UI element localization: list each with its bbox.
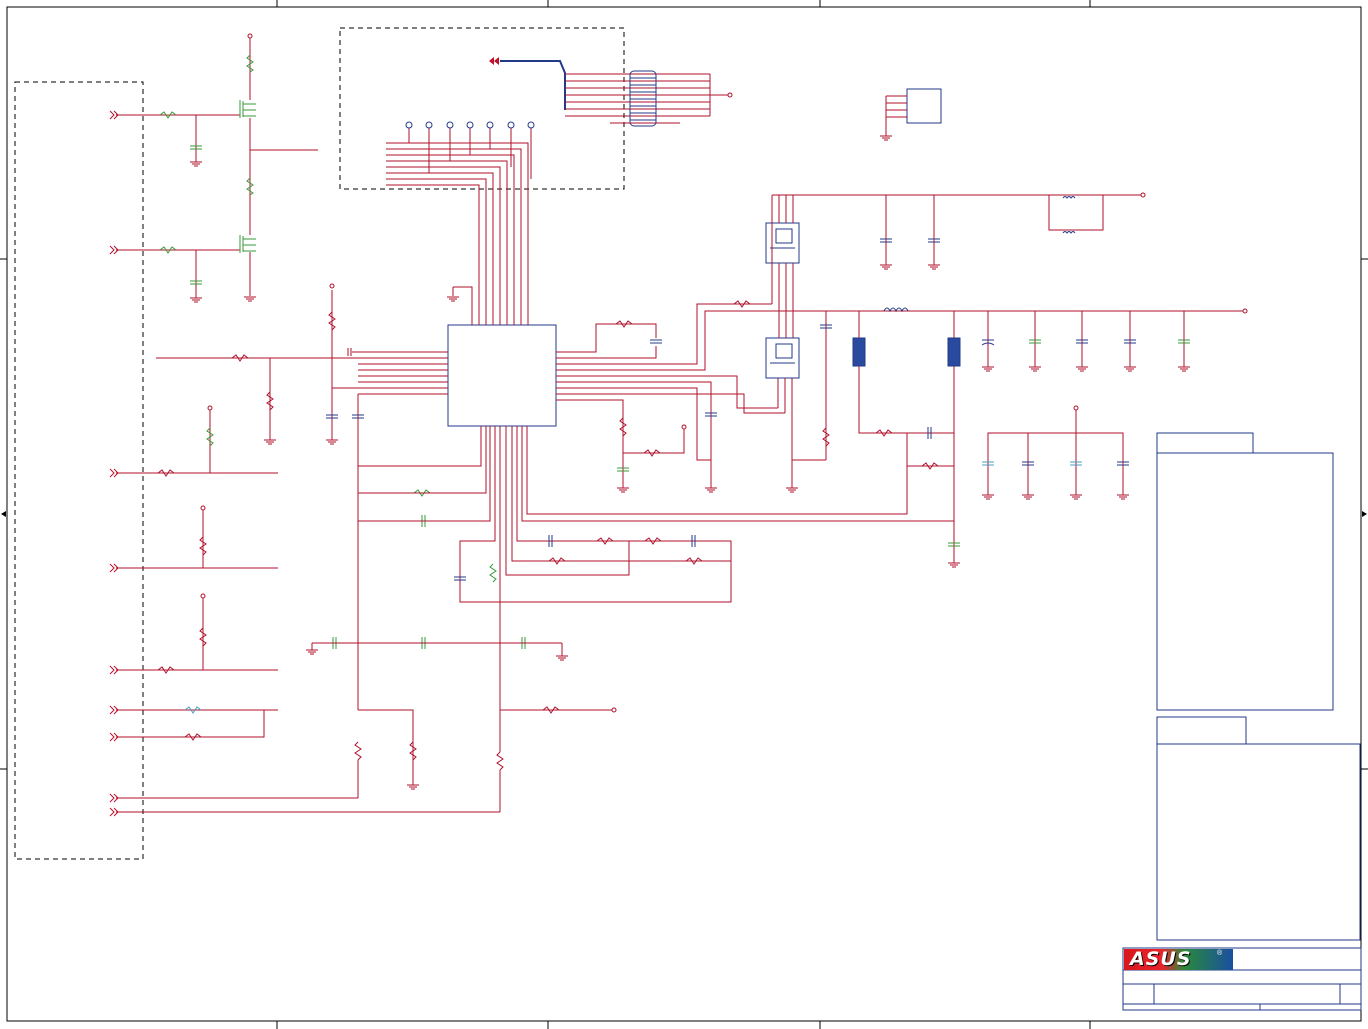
registered-mark: ® bbox=[1217, 950, 1223, 957]
ic-right-pin-wires bbox=[556, 303, 1243, 488]
asus-logo-text: ASUS bbox=[1130, 948, 1192, 970]
jumper-block bbox=[885, 88, 942, 136]
left-arrow-ports bbox=[109, 468, 119, 817]
schematic-sheet bbox=[0, 0, 1368, 1029]
ic-bottom-pin-wires bbox=[311, 426, 954, 752]
left-mosfet-section bbox=[109, 33, 318, 298]
resistor-array bbox=[489, 57, 733, 127]
left-signal-nets bbox=[116, 405, 504, 813]
notes-panel bbox=[1156, 432, 1361, 941]
ic-top-pin-wires bbox=[386, 142, 529, 325]
ground-symbols bbox=[190, 135, 1190, 790]
header-test-points bbox=[405, 121, 535, 179]
output-filter bbox=[852, 307, 1248, 563]
left-resistors bbox=[231, 311, 364, 419]
main-ic bbox=[447, 324, 557, 427]
ic-left-pin-wires bbox=[156, 283, 448, 710]
dashed-connector-block bbox=[14, 27, 625, 860]
